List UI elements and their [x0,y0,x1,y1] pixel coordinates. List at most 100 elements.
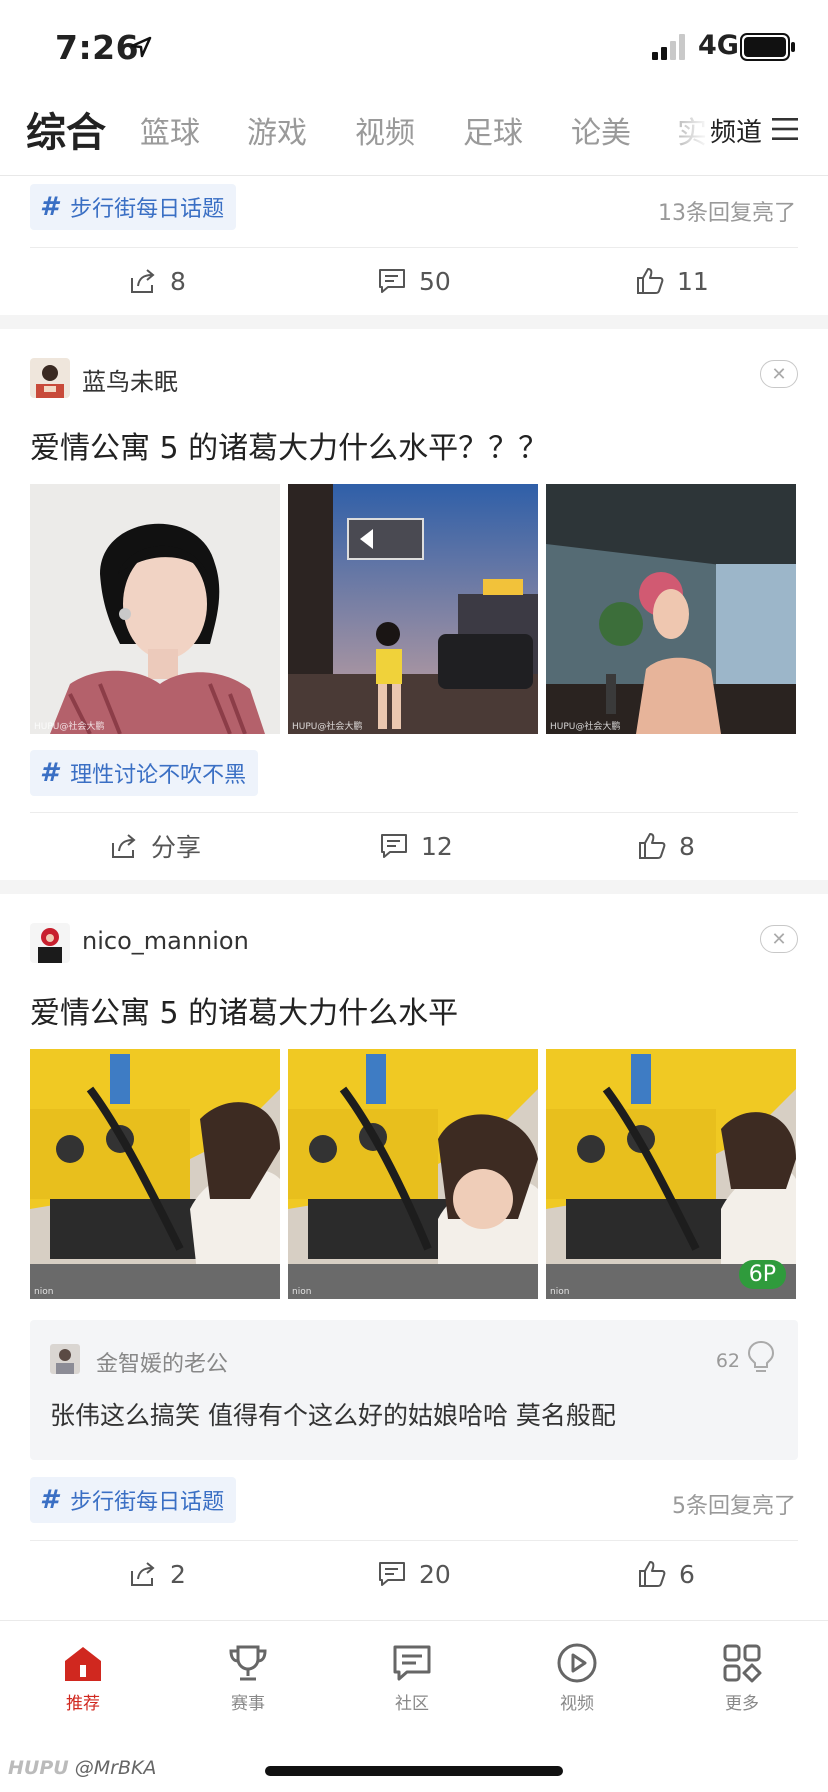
post-image[interactable]: nion [288,1049,538,1299]
share-button[interactable]: 8 [128,251,186,311]
image-watermark: HUPU@社会大鹏 [292,722,363,732]
username[interactable]: 蓝鸟未眠 [82,362,178,397]
tab-zonghe[interactable]: 综合 [26,100,106,158]
comment-count: 20 [419,1559,451,1589]
status-time: 7:26 [55,28,140,67]
divider [30,812,798,813]
share-button[interactable]: 分享 [109,816,201,876]
comment-button[interactable]: 50 [377,251,451,311]
community-icon [393,1645,431,1681]
channel-button[interactable]: 频道 [710,112,763,149]
post-actions: 分享 12 8 [0,816,828,876]
share-button[interactable]: 2 [128,1544,186,1604]
more-grid-icon [723,1644,762,1683]
post-title[interactable]: 爱情公寓 5 的诸葛大力什么水平？？？ [30,423,548,467]
like-count: 11 [677,266,709,296]
tab-label: 赛事 [231,1694,265,1714]
post-actions: 2 20 6 [0,1544,828,1604]
thumbs-up-icon [639,833,666,859]
menu-icon[interactable] [772,117,798,141]
comment-text: 张伟这么搞笑 值得有个这么好的姑娘哈哈 莫名般配 [50,1401,616,1430]
topic-tag[interactable]: # 步行街每日话题 [30,1477,237,1523]
tab-basketball[interactable]: 篮球 [140,108,200,152]
post-image[interactable]: nion 6P [546,1049,796,1299]
tab-fade [660,100,710,170]
image-watermark: HUPU@社会大鹏 [34,722,105,732]
close-icon: ✕ [771,928,787,950]
comment-count: 12 [421,831,453,861]
comment-light-count: 62 [715,1350,740,1372]
tab-beauty[interactable]: 论美 [571,108,631,152]
share-label: 分享 [151,833,202,862]
comment-button[interactable]: 20 [377,1544,451,1604]
comment-icon [379,1562,405,1586]
trophy-icon [229,1645,267,1681]
tab-label: 推荐 [66,1694,100,1714]
like-button[interactable]: 8 [637,816,695,876]
tab-label: 视频 [560,1694,594,1714]
thumbs-up-icon [639,1561,666,1587]
image-count-badge: 6P [738,1260,786,1289]
image-watermark: HUPU@社会大鹏 [550,722,621,732]
share-icon [131,269,155,293]
topic-tag[interactable]: # 步行街每日话题 [30,184,237,230]
dismiss-post-button[interactable]: ✕ [760,925,798,953]
topic-tag[interactable]: # 理性讨论不吹不黑 [30,750,259,796]
comment-count: 50 [419,266,451,296]
watermark-brand: HUPU [8,1757,69,1779]
post-header: nico_mannion ✕ [30,923,798,963]
image-watermark: nion [292,1287,312,1297]
tab-football[interactable]: 足球 [463,108,523,152]
post-image[interactable]: HUPU@社会大鹏 [288,484,538,734]
post-image[interactable]: HUPU@社会大鹏 [30,484,280,734]
like-count: 6 [679,1559,695,1589]
post-image[interactable]: HUPU@社会大鹏 [546,484,796,734]
tab-community[interactable]: 社区 [362,1641,462,1714]
post-title[interactable]: 爱情公寓 5 的诸葛大力什么水平 [30,988,458,1032]
topic-hash-icon: # [40,1485,59,1515]
battery-icon [740,33,795,61]
post-image[interactable]: nion [30,1049,280,1299]
home-icon [65,1647,101,1681]
like-button[interactable]: 11 [635,251,709,311]
divider [30,1540,798,1541]
dismiss-post-button[interactable]: ✕ [760,360,798,388]
comment-avatar[interactable] [50,1344,80,1374]
comment-button[interactable]: 12 [379,816,453,876]
tab-more[interactable]: 更多 [692,1641,792,1714]
like-button[interactable]: 6 [637,1544,695,1604]
section-gap [0,315,828,329]
tab-label: 社区 [395,1694,429,1714]
tab-video[interactable]: 视频 [355,108,415,152]
replies-lit-count[interactable]: 13条回复亮了 [658,195,796,227]
location-arrow-icon [130,36,152,58]
image-watermark: nion [34,1287,54,1297]
tab-recommend[interactable]: 推荐 [33,1641,133,1714]
hot-comment[interactable]: 金智媛的老公 62 张伟这么搞笑 值得有个这么好的姑娘哈哈 莫名般配 [30,1320,798,1460]
play-icon [557,1643,597,1683]
post-header: 蓝鸟未眠 ✕ [30,358,798,398]
top-channel-nav: 综合 篮球 游戏 视频 足球 论美 实 频道 [0,100,828,176]
comment-icon [379,269,405,293]
lightbulb-icon[interactable] [746,1340,776,1374]
tab-label: 更多 [725,1694,759,1714]
username[interactable]: nico_mannion [82,927,249,955]
cellular-signal-icon [652,34,685,60]
comment-username[interactable]: 金智媛的老公 [96,1346,228,1378]
tab-matches[interactable]: 赛事 [198,1641,298,1714]
tab-games[interactable]: 游戏 [247,108,307,152]
like-count: 8 [679,831,695,861]
image-watermark: nion [550,1287,570,1297]
tab-video[interactable]: 视频 [527,1641,627,1714]
comment-icon [381,834,407,858]
replies-lit-count[interactable]: 5条回复亮了 [672,1488,796,1520]
watermark-handle: @MrBKA [74,1757,157,1779]
share-icon [131,1562,155,1586]
status-bar: 7:26 4G [0,0,828,100]
avatar[interactable] [30,358,70,398]
topic-tag-label: 理性讨论不吹不黑 [70,763,247,788]
home-indicator[interactable] [265,1766,563,1776]
avatar[interactable] [30,923,70,963]
hupu-watermark: HUPU @MrBKA [8,1757,156,1779]
share-icon [112,834,136,858]
